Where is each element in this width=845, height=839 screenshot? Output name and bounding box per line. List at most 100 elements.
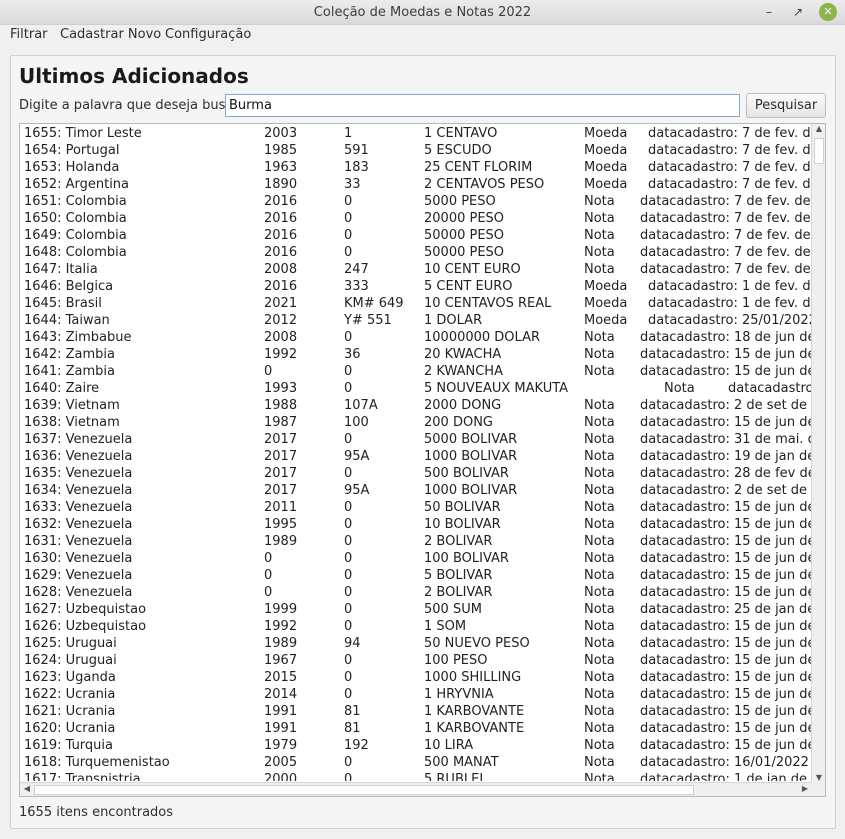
list-item-cat: 0: [344, 619, 353, 634]
list-item[interactable]: 1624: Uruguai 1967 0 100 PESO Nota datacadast…: [20, 652, 812, 669]
list-item[interactable]: 1618: Turquemenistao 2005 0 500 MANAT Nota da…: [20, 754, 812, 771]
list-item-cat: 36: [344, 347, 361, 362]
list-item[interactable]: 1634: Venezuela 2017 95A 1000 BOLIVAR Nota da…: [20, 482, 812, 499]
list-item[interactable]: 1636: Venezuela 2017 95A 1000 BOLIVAR Nota da…: [20, 448, 812, 465]
list-item-val: 1000 SHILLING: [424, 670, 522, 685]
list-item[interactable]: 1635: Venezuela 2017 0 500 BOLIVAR Nota datac…: [20, 465, 812, 482]
list-item-type: Nota: [584, 619, 615, 634]
list-item-type: Nota: [584, 466, 615, 481]
list-item-type: Nota: [664, 381, 695, 396]
list-item-type: Nota: [584, 449, 615, 464]
list-item[interactable]: 1637: Venezuela 2017 0 5000 BOLIVAR Nota data…: [20, 431, 812, 448]
list-item-type: Nota: [584, 500, 615, 515]
list-item-date: datacadastro: 15 de jun de 2021: [640, 619, 812, 634]
list-item-val: 500 SUM: [424, 602, 482, 617]
list-item[interactable]: 1621: Ucrania 1991 81 1 KARBOVANTE Nota datac…: [20, 703, 812, 720]
search-button[interactable]: Pesquisar: [746, 93, 826, 118]
list-item[interactable]: 1655: Timor Leste 2003 1 1 CENTAVO Moeda data…: [20, 125, 812, 142]
list-item[interactable]: 1627: Uzbequistao 1999 0 500 SUM Nota datacad…: [20, 601, 812, 618]
menu-configuracao[interactable]: Configuração: [165, 27, 251, 42]
list-item[interactable]: 1642: Zambia 1992 36 20 KWACHA Nota datacadas…: [20, 346, 812, 363]
list-item-val: 500 BOLIVAR: [424, 466, 509, 481]
list-item[interactable]: 1632: Venezuela 1995 0 10 BOLIVAR Nota dataca…: [20, 516, 812, 533]
list-item[interactable]: 1647: Italia 2008 247 10 CENT EURO Nota datac…: [20, 261, 812, 278]
list-item[interactable]: 1630: Venezuela 0 0 100 BOLIVAR Nota datacada…: [20, 550, 812, 567]
list-item-year: 1991: [264, 721, 298, 736]
list-item-year: 2017: [264, 432, 298, 447]
search-input[interactable]: [225, 94, 740, 117]
list-item[interactable]: 1638: Vietnam 1987 100 200 DONG Nota datacada…: [20, 414, 812, 431]
list-item-type: Nota: [584, 262, 615, 277]
list-item-cat: 192: [344, 738, 369, 753]
scroll-down-icon[interactable]: ▼: [812, 773, 825, 782]
list-item-year: 1987: [264, 415, 298, 430]
list-item-name: 1634: Venezuela: [24, 483, 133, 498]
list-item[interactable]: 1628: Venezuela 0 0 2 BOLIVAR Nota datacadast…: [20, 584, 812, 601]
scroll-right-icon[interactable]: ▶: [798, 784, 812, 793]
list-item-type: Nota: [584, 602, 615, 617]
list-item[interactable]: 1648: Colombia 2016 0 50000 PESO Nota datacad…: [20, 244, 812, 261]
list-item[interactable]: 1652: Argentina 1890 33 2 CENTAVOS PESO Moed…: [20, 176, 812, 193]
list-item-name: 1649: Colombia: [24, 228, 127, 243]
list-item[interactable]: 1649: Colombia 2016 0 50000 PESO Nota datacad…: [20, 227, 812, 244]
list-item[interactable]: 1640: Zaire 1993 0 5 NOUVEAUX MAKUTA Nota dat…: [20, 380, 812, 397]
list-item[interactable]: 1620: Ucrania 1991 81 1 KARBOVANTE Nota datac…: [20, 720, 812, 737]
list-item[interactable]: 1622: Ucrania 2014 0 1 HRYVNIA Nota datacadas…: [20, 686, 812, 703]
horizontal-scroll-thumb[interactable]: [34, 785, 694, 795]
list-item-year: 1963: [264, 160, 298, 175]
list-item[interactable]: 1644: Taiwan 2012 Y# 551 1 DOLAR Moeda dataca…: [20, 312, 812, 329]
minimize-icon[interactable]: –: [760, 3, 778, 21]
search-label: Digite a palavra que deseja buscar: [19, 98, 246, 113]
list-item-year: 2017: [264, 449, 298, 464]
scrollbar-corner: [811, 782, 825, 796]
list-item-year: 1985: [264, 143, 298, 158]
scroll-left-icon[interactable]: ◀: [20, 784, 34, 793]
list-item-date: datacadastro: 7 de fev. de 2022: [648, 177, 812, 192]
list-item[interactable]: 1626: Uzbequistao 1992 0 1 SOM Nota datacadas…: [20, 618, 812, 635]
menu-cadastrar-novo[interactable]: Cadastrar Novo: [60, 27, 161, 42]
list-item-date: datacadastro: 15 de jun de 2021: [640, 415, 812, 430]
scroll-up-icon[interactable]: ▲: [812, 124, 825, 133]
list-item-date: datacadastro: 15 de jun de 2021: [640, 585, 812, 600]
list-item-cat: 0: [344, 755, 353, 770]
list-item-cat: 0: [344, 585, 353, 600]
list-item-year: 2003: [264, 126, 298, 141]
list-item-year: 1992: [264, 619, 298, 634]
list-item[interactable]: 1645: Brasil 2021 KM# 649 10 CENTAVOS REAL M…: [20, 295, 812, 312]
vertical-scrollbar[interactable]: ▲ ▼: [811, 124, 825, 782]
list-item-val: 200 DONG: [424, 415, 493, 430]
list-item[interactable]: 1631: Venezuela 1989 0 2 BOLIVAR Nota datacad…: [20, 533, 812, 550]
list-item-date: datacadastro: 7 de fev. de 2022: [640, 194, 811, 209]
list-item[interactable]: 1617: Transnistria 2000 0 5 RUBLEI Nota datac…: [20, 771, 812, 781]
list-item[interactable]: 1641: Zambia 0 0 2 KWANCHA Nota datacadastro:…: [20, 363, 812, 380]
list-item-year: 1979: [264, 738, 298, 753]
results-list[interactable]: 1655: Timor Leste 2003 1 1 CENTAVO Moeda data…: [19, 123, 826, 797]
horizontal-scrollbar[interactable]: ◀ ▶: [20, 782, 812, 796]
list-item[interactable]: 1619: Turquia 1979 192 10 LIRA Nota datacadas…: [20, 737, 812, 754]
list-item-date: datacadastro: 7 de fev. de 2022: [640, 211, 811, 226]
close-icon[interactable]: ✕: [819, 3, 837, 21]
list-item[interactable]: 1646: Belgica 2016 333 5 CENT EURO Moeda data…: [20, 278, 812, 295]
list-item[interactable]: 1623: Uganda 2015 0 1000 SHILLING Nota dataca…: [20, 669, 812, 686]
vertical-scroll-thumb[interactable]: [814, 138, 824, 164]
list-item-cat: 0: [344, 551, 353, 566]
menu-filtrar[interactable]: Filtrar: [10, 27, 48, 42]
list-item[interactable]: 1643: Zimbabue 2008 0 10000000 DOLAR Nota dat…: [20, 329, 812, 346]
list-item[interactable]: 1650: Colombia 2016 0 20000 PESO Nota datacad…: [20, 210, 812, 227]
list-item-date: datacadastro: 28 de fev de 2021: [640, 466, 812, 481]
menu-bar: Filtrar Cadastrar Novo Configuração: [0, 25, 845, 45]
list-item[interactable]: 1633: Venezuela 2011 0 50 BOLIVAR Nota dataca…: [20, 499, 812, 516]
list-item-date: datacadastro: 2 de set de 2021: [640, 483, 812, 498]
list-item[interactable]: 1639: Vietnam 1988 107A 2000 DONG Nota dataca…: [20, 397, 812, 414]
list-item[interactable]: 1653: Holanda 1963 183 25 CENT FLORIM Moeda d…: [20, 159, 812, 176]
list-item-year: 1890: [264, 177, 298, 192]
list-item-date: datacadastro: 1 de fev. de 2022: [648, 279, 812, 294]
list-item[interactable]: 1654: Portugal 1985 591 5 ESCUDO Moeda dataca…: [20, 142, 812, 159]
list-item[interactable]: 1625: Uruguai 1989 94 50 NUEVO PESO Nota data…: [20, 635, 812, 652]
list-item-val: 1 KARBOVANTE: [424, 704, 525, 719]
maximize-icon[interactable]: ↗: [789, 3, 807, 21]
list-item-date: datacadastro: 15 de jun de 2021: [640, 500, 812, 515]
list-item[interactable]: 1651: Colombia 2016 0 5000 PESO Nota datacada…: [20, 193, 812, 210]
list-item[interactable]: 1629: Venezuela 0 0 5 BOLIVAR Nota datacadast…: [20, 567, 812, 584]
list-item-date: datacadastro: 31 de mai. de 2021: [640, 432, 812, 447]
